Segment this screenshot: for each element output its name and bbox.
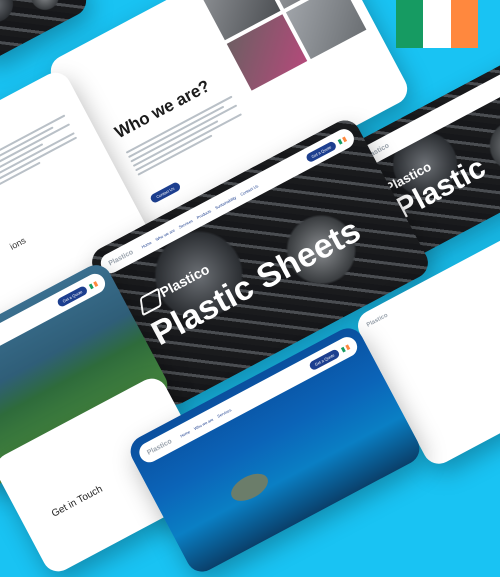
- turtle-illustration: [226, 468, 273, 507]
- nav-link-sustain[interactable]: Sustainability: [214, 194, 237, 209]
- ireland-flag: [396, 0, 478, 48]
- ocean-nav-cta[interactable]: Get a Quote: [308, 347, 341, 371]
- about-photo-grid: [199, 0, 367, 91]
- nav-link-who[interactable]: Who we are: [154, 227, 175, 241]
- ocean-flag-icon: [340, 343, 351, 353]
- main-nav-logo[interactable]: Plastico: [107, 248, 134, 267]
- ocean-link-services[interactable]: Services: [216, 407, 232, 419]
- left-text-lines: [0, 112, 81, 197]
- about-contact-button[interactable]: Contact Us: [149, 181, 182, 205]
- coast-flag-icon: [88, 280, 99, 289]
- ocean-link-home[interactable]: Home: [179, 429, 191, 438]
- main-nav-cta[interactable]: Get a Quote: [304, 139, 338, 163]
- contact-heading: Get in Touch: [49, 483, 105, 520]
- right-hero-title: Plastic: [390, 150, 491, 226]
- left-partial-heading: ions: [8, 235, 28, 252]
- ocean-nav-right: Get a Quote: [308, 342, 351, 371]
- nav-link-services[interactable]: Services: [178, 218, 194, 230]
- nav-link-home[interactable]: Home: [140, 240, 152, 249]
- ocean-nav-links: Home Who we are Services: [179, 407, 232, 438]
- nav-link-products[interactable]: Products: [195, 208, 211, 220]
- showcase-stage: Who we are? Contact Us ions Plastico Pla…: [0, 0, 500, 577]
- main-nav-flag-icon: [337, 136, 347, 145]
- nav-link-contact[interactable]: Contact Us: [239, 183, 259, 197]
- coast-nav-cta[interactable]: Get a Quote: [56, 284, 89, 308]
- ocean-nav-logo[interactable]: Plastico: [146, 437, 173, 456]
- main-nav-right: Get a Quote: [304, 134, 348, 163]
- ocean-link-who[interactable]: Who we are: [193, 416, 214, 430]
- blank-card-logo[interactable]: Plastico: [366, 313, 389, 329]
